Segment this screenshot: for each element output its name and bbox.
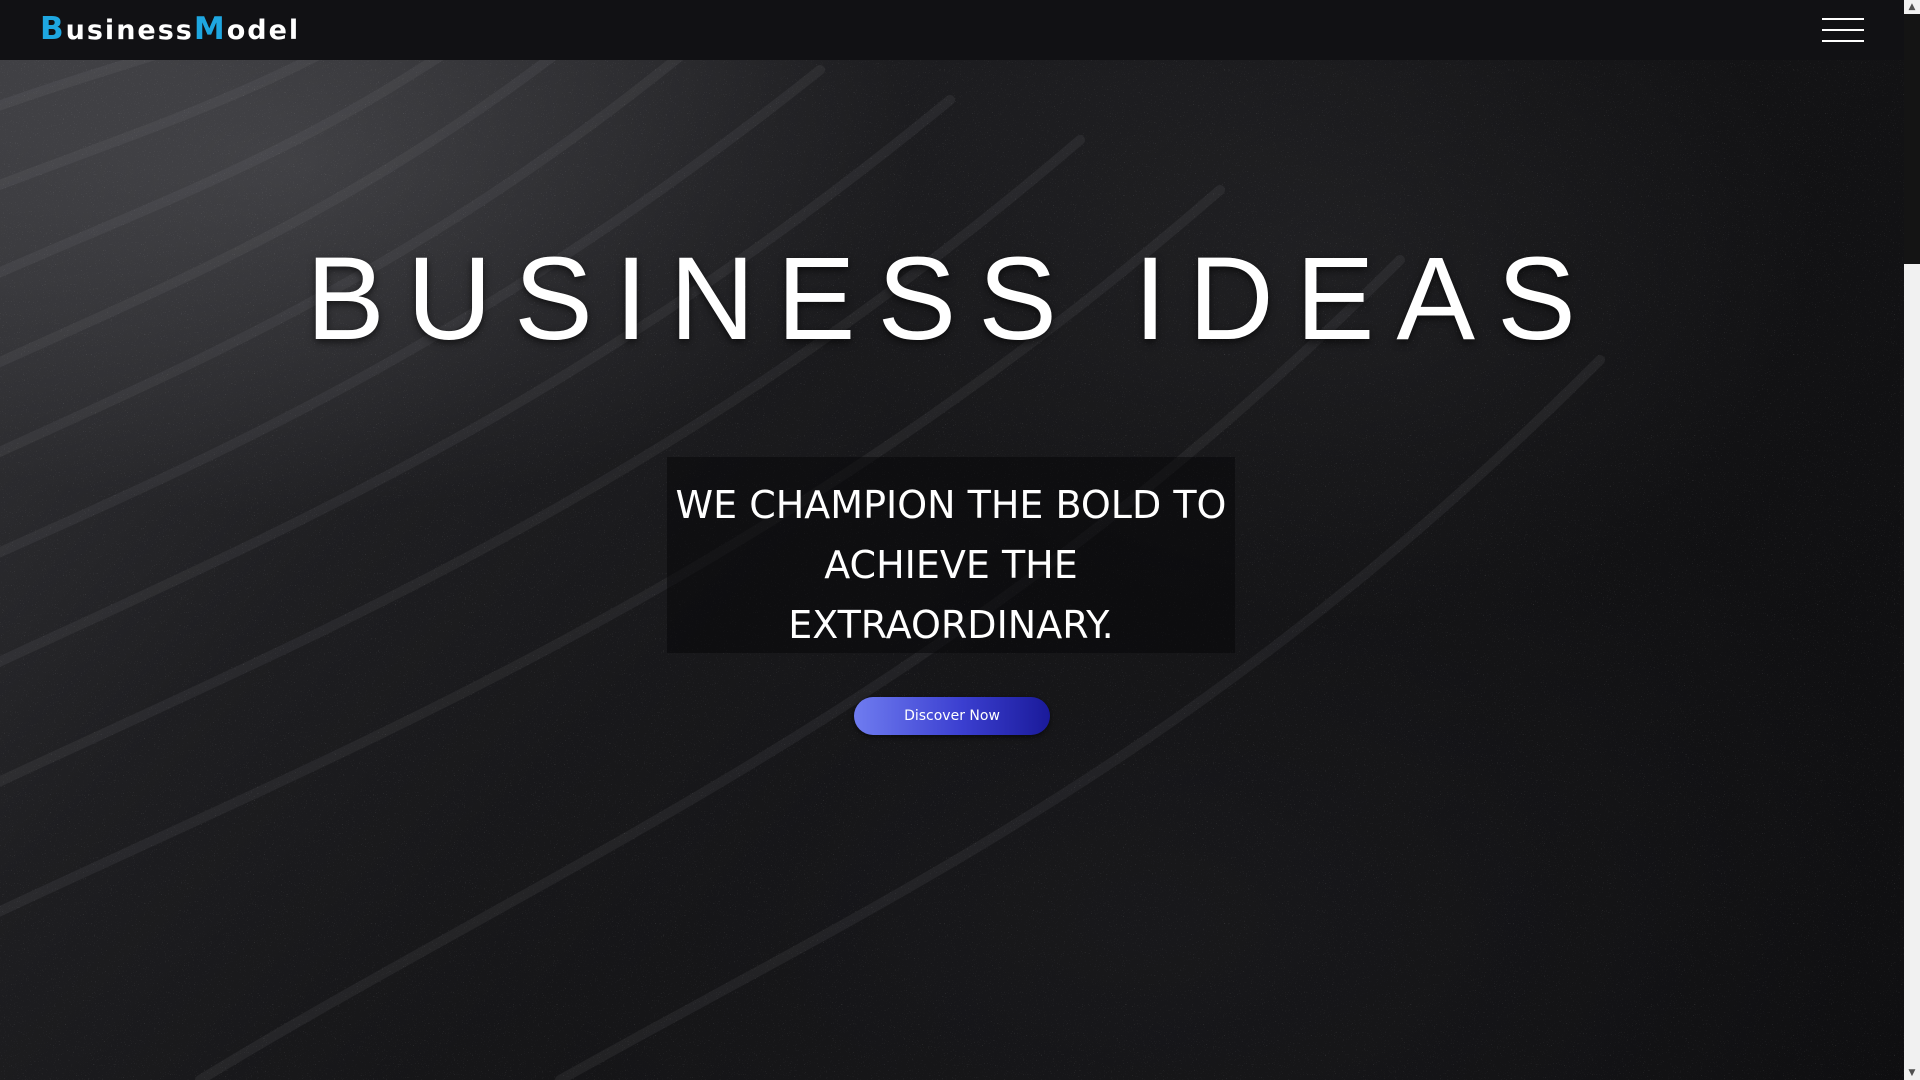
tagline-line-1: WE CHAMPION THE BOLD TO xyxy=(675,483,1227,527)
logo-text-usiness: usiness xyxy=(65,15,194,46)
tagline-line-3: EXTRAORDINARY. xyxy=(788,603,1114,647)
brand-logo[interactable]: BusinessModel xyxy=(40,14,300,45)
vertical-scrollbar[interactable]: ▲ ▼ xyxy=(1904,0,1920,1080)
menu-bar-bottom xyxy=(1822,40,1864,42)
hamburger-menu-icon[interactable] xyxy=(1822,18,1864,42)
logo-initial-m: M xyxy=(193,11,227,47)
scrollbar-thumb[interactable] xyxy=(1904,14,1920,264)
hero-headline: BUSINESS IDEAS xyxy=(306,233,1598,365)
page: BusinessModel BUSINESS IDEAS WE CHAMPION… xyxy=(0,0,1920,1080)
top-navbar: BusinessModel xyxy=(0,0,1904,60)
menu-bar-middle xyxy=(1822,29,1864,31)
tagline-box: WE CHAMPION THE BOLD TO ACHIEVE THE EXTR… xyxy=(667,457,1235,653)
arrow-down-icon[interactable]: ▼ xyxy=(1904,1066,1920,1080)
hero-tagline: WE CHAMPION THE BOLD TO ACHIEVE THE EXTR… xyxy=(667,475,1235,655)
arrow-up-icon[interactable]: ▲ xyxy=(1904,0,1920,14)
tagline-line-2: ACHIEVE THE xyxy=(824,543,1078,587)
discover-now-button[interactable]: Discover Now xyxy=(854,697,1050,735)
logo-text-odel: odel xyxy=(226,15,301,46)
menu-bar-top xyxy=(1822,18,1864,20)
logo-initial-b: B xyxy=(40,11,66,47)
